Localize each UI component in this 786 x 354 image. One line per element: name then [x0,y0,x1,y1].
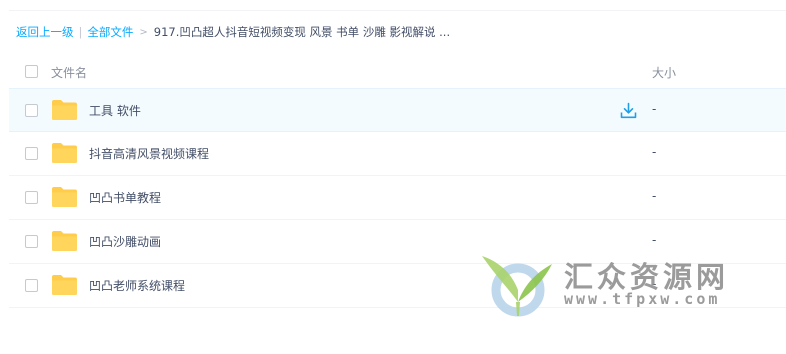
folder-icon [52,100,77,120]
breadcrumb-arrow-icon: > [139,26,148,38]
breadcrumb-current-folder: 917.凹凸超人抖音短视频变现 风景 书单 沙雕 影视解说 ... [153,25,451,39]
breadcrumb: 返回上一级 | 全部文件 > 917.凹凸超人抖音短视频变现 风景 书单 沙雕 … [16,23,450,41]
file-size: - [652,233,657,247]
back-link[interactable]: 返回上一级 [16,24,74,40]
row-checkbox[interactable] [25,147,38,160]
column-header-name[interactable]: 文件名 [51,64,87,81]
folder-icon [52,187,77,207]
folder-icon [52,275,77,295]
all-files-link[interactable]: 全部文件 [87,24,133,40]
file-name[interactable]: 抖音高清风景视频课程 [89,145,209,162]
row-checkbox[interactable] [25,104,38,117]
breadcrumb-separator: | [78,25,83,39]
file-name[interactable]: 凹凸书单教程 [89,189,161,206]
watermark-url: www.tfpxw.com [564,290,721,308]
column-header-size[interactable]: 大小 [652,64,676,81]
watermark-logo-icon [482,256,552,317]
file-size: - [652,189,657,203]
download-icon[interactable] [620,102,637,119]
table-row[interactable]: 抖音高清风景视频课程 - [9,132,786,176]
table-row[interactable]: 凹凸书单教程 - [9,176,786,220]
file-name[interactable]: 工具 软件 [89,102,141,119]
file-size: - [652,102,657,116]
file-name[interactable]: 凹凸老师系统课程 [89,277,185,294]
table-row[interactable]: 工具 软件 - [9,88,786,132]
file-name[interactable]: 凹凸沙雕动画 [89,233,161,250]
table-header: 文件名 大小 [9,56,786,88]
row-checkbox[interactable] [25,191,38,204]
top-divider [9,10,786,11]
file-browser: 返回上一级 | 全部文件 > 917.凹凸超人抖音短视频变现 风景 书单 沙雕 … [0,0,786,354]
watermark: 汇众资源网 www.tfpxw.com [478,246,778,320]
file-size: - [652,145,657,159]
row-checkbox[interactable] [25,279,38,292]
folder-icon [52,143,77,163]
select-all-checkbox[interactable] [25,65,38,78]
folder-icon [52,231,77,251]
row-checkbox[interactable] [25,235,38,248]
